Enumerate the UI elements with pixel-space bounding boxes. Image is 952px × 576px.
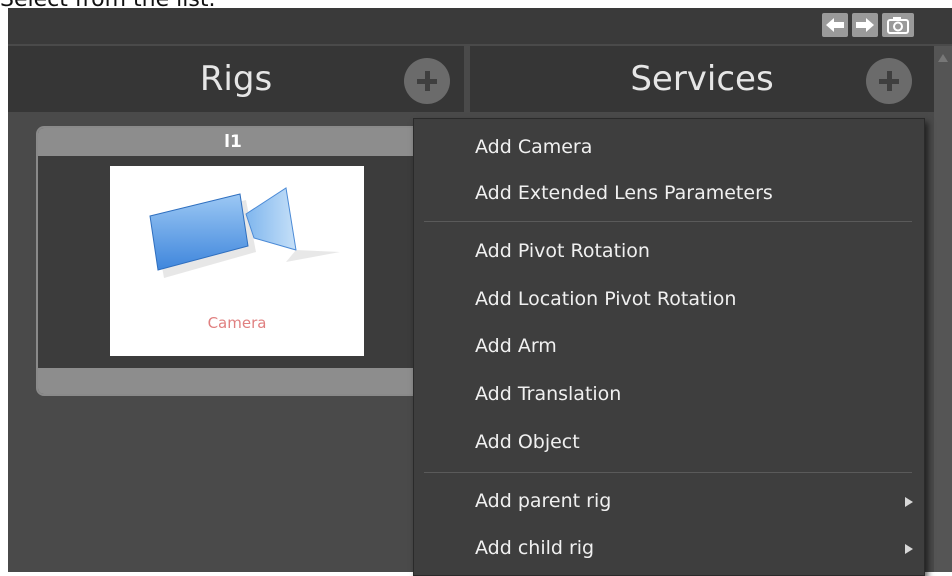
rigs-title: Rigs	[199, 59, 273, 99]
forward-button[interactable]	[852, 13, 878, 37]
menu-separator	[424, 221, 912, 222]
menu-item-add-extended-lens-parameters[interactable]: Add Extended Lens Parameters	[414, 171, 924, 217]
menu-item-add-object[interactable]: Add Object	[414, 420, 924, 466]
rig-card-footer	[38, 368, 428, 394]
menu-item-add-camera[interactable]: Add Camera	[414, 125, 924, 171]
menu-item-label: Add parent rig	[475, 490, 612, 512]
submenu-arrow-icon	[905, 497, 913, 507]
arrow-right-icon	[856, 18, 874, 32]
scroll-up-icon[interactable]	[938, 54, 948, 62]
snapshot-button[interactable]	[882, 13, 914, 37]
rig-card-title: l1	[38, 128, 428, 156]
submenu-arrow-icon	[905, 544, 913, 554]
menu-item-label: Add Location Pivot Rotation	[475, 288, 737, 310]
arrow-left-icon	[826, 18, 844, 32]
menu-separator	[424, 472, 912, 473]
menu-item-add-parent-rig[interactable]: Add parent rig	[414, 479, 924, 525]
back-button[interactable]	[822, 13, 848, 37]
menu-item-label: Add Camera	[475, 136, 593, 158]
menu-item-add-pivot-rotation[interactable]: Add Pivot Rotation	[414, 229, 924, 275]
menu-item-add-location-pivot-rotation[interactable]: Add Location Pivot Rotation	[414, 277, 924, 323]
add-context-menu: Add Camera Add Extended Lens Parameters …	[413, 118, 925, 576]
menu-item-add-translation[interactable]: Add Translation	[414, 372, 924, 418]
thumbnail-label: Camera	[207, 314, 267, 332]
top-toolbar	[8, 8, 952, 44]
services-panel-header: Services	[470, 46, 934, 112]
rig-thumbnail: Camera	[110, 166, 364, 356]
rig-card[interactable]: l1 Camera	[36, 126, 430, 396]
rigs-panel-header: Rigs	[8, 46, 464, 112]
menu-item-label: Add Object	[475, 431, 580, 453]
menu-item-label: Add Translation	[475, 383, 622, 405]
menu-item-label: Add Extended Lens Parameters	[475, 182, 773, 204]
rig-editor-window: Rigs Services l1 Camera Add Camera Add E…	[8, 8, 952, 576]
camera-icon	[887, 17, 909, 34]
menu-item-label: Add Arm	[475, 335, 557, 357]
add-rig-button[interactable]	[404, 58, 450, 104]
menu-item-add-arm[interactable]: Add Arm	[414, 324, 924, 370]
menu-item-label: Add child rig	[475, 537, 595, 559]
add-service-button[interactable]	[866, 58, 912, 104]
menu-item-add-child-rig[interactable]: Add child rig	[414, 526, 924, 572]
services-title: Services	[630, 59, 774, 99]
video-camera-icon	[149, 187, 340, 278]
vertical-scrollbar[interactable]	[934, 46, 952, 572]
menu-item-label: Add Pivot Rotation	[475, 240, 650, 262]
